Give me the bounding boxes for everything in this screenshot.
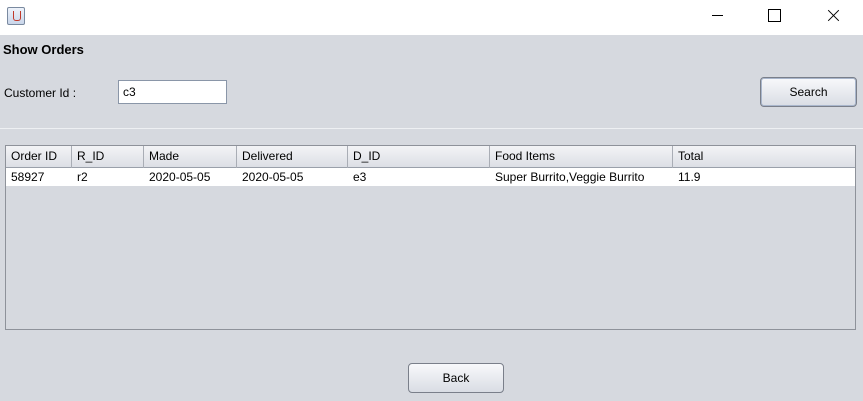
page-title: Show Orders xyxy=(3,42,84,57)
cell-delivered: 2020-05-05 xyxy=(242,170,304,184)
cell-total: 11.9 xyxy=(678,170,701,184)
maximize-button[interactable] xyxy=(751,0,797,32)
column-header-d-id[interactable]: D_ID xyxy=(348,146,490,168)
close-button[interactable] xyxy=(809,0,855,32)
table-header: Order ID R_ID Made Delivered D_ID Food I… xyxy=(6,146,855,168)
column-header-food-items[interactable]: Food Items xyxy=(490,146,673,168)
cell-r-id: r2 xyxy=(77,170,88,184)
table-row[interactable]: 58927 r2 2020-05-05 2020-05-05 e3 Super … xyxy=(6,168,855,186)
title-bar xyxy=(0,0,863,35)
customer-id-label: Customer Id : xyxy=(4,86,77,100)
column-header-delivered[interactable]: Delivered xyxy=(237,146,348,168)
cell-order-id: 58927 xyxy=(11,170,45,184)
orders-table[interactable]: Order ID R_ID Made Delivered D_ID Food I… xyxy=(5,145,856,330)
customer-id-field[interactable] xyxy=(118,80,227,104)
java-cup-icon xyxy=(7,7,25,25)
search-button[interactable]: Search xyxy=(760,77,857,107)
cell-made: 2020-05-05 xyxy=(149,170,211,184)
separator xyxy=(0,128,863,129)
back-button[interactable]: Back xyxy=(408,363,504,393)
column-header-total[interactable]: Total xyxy=(673,146,855,168)
cell-d-id: e3 xyxy=(353,170,367,184)
column-header-r-id[interactable]: R_ID xyxy=(72,146,144,168)
column-header-made[interactable]: Made xyxy=(144,146,237,168)
column-header-order-id[interactable]: Order ID xyxy=(6,146,72,168)
minimize-button[interactable] xyxy=(695,0,741,32)
cell-food-items: Super Burrito,Veggie Burrito xyxy=(495,170,645,184)
